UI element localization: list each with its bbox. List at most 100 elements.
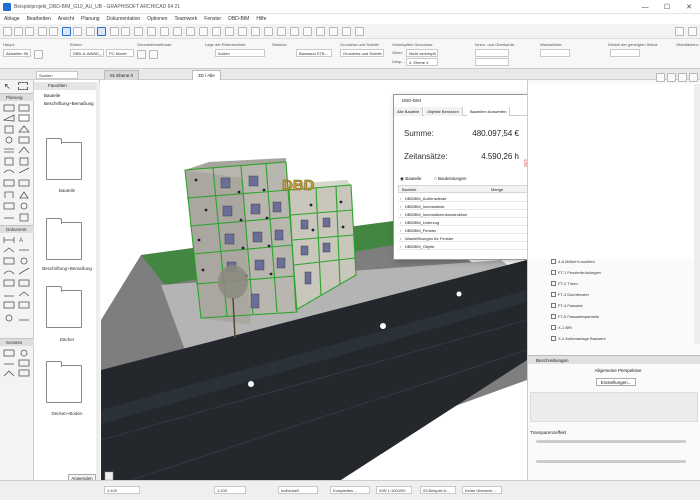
- undo-icon[interactable]: [38, 27, 47, 36]
- section-icon[interactable]: [199, 27, 208, 36]
- oben-field[interactable]: Nicht verknüpft: [406, 49, 438, 57]
- favorites-header[interactable]: Favoriten: [34, 82, 100, 90]
- structure-field[interactable]: Komplettes ...: [330, 486, 370, 494]
- row-expand-icon[interactable]: ›: [400, 228, 401, 233]
- fav-item-bauteile[interactable]: Bauteile: [44, 93, 60, 98]
- marquee-tool-icon[interactable]: [18, 82, 28, 90]
- scale-field[interactable]: 1:100: [214, 486, 246, 494]
- render-icon[interactable]: [173, 27, 182, 36]
- scale2-field[interactable]: S/W 1:100/200: [376, 486, 412, 494]
- wall-tool-icon[interactable]: [34, 50, 43, 59]
- geometry-straight-icon[interactable]: [137, 50, 146, 59]
- row-expand-icon[interactable]: ›: [400, 212, 401, 217]
- section-sonstiges[interactable]: Sonstes: [0, 338, 34, 346]
- properties-header[interactable]: Beschreibungen: [528, 355, 700, 364]
- dbd-icon[interactable]: [342, 27, 351, 36]
- menu-ablage[interactable]: Ablage: [4, 16, 20, 22]
- row-expand-icon[interactable]: ›: [400, 236, 401, 241]
- haupt-field[interactable]: Aktuellen Sti: [3, 49, 31, 57]
- pencil-icon[interactable]: [97, 27, 106, 36]
- guide-icon[interactable]: [110, 27, 119, 36]
- shadow-slider[interactable]: [536, 460, 686, 463]
- settings-button[interactable]: Einstellungen...: [596, 378, 636, 386]
- menu-dbd-bim[interactable]: DBD-BIM: [228, 16, 249, 22]
- angle-field[interactable]: [610, 49, 640, 57]
- close-icon[interactable]: ✕: [678, 0, 700, 14]
- tree-item[interactable]: FT-1 Fensterbrüstungen: [551, 268, 601, 278]
- transparency-slider[interactable]: [536, 440, 686, 443]
- panel-view-icon[interactable]: [667, 73, 676, 82]
- fav-item-beschriftung[interactable]: Beschriftung+Bemaßung: [44, 101, 94, 106]
- menu-optionen[interactable]: Optionen: [147, 16, 167, 22]
- row-expand-icon[interactable]: ›: [400, 196, 401, 201]
- menu-dokumentation[interactable]: Dokumentation: [107, 16, 141, 22]
- tab-bauteilen-auswerten[interactable]: Bauteilen Auswerten: [467, 107, 511, 116]
- 3d-icon[interactable]: [186, 27, 195, 36]
- section-dokument[interactable]: Dokument: [0, 225, 34, 233]
- panel-pointer-icon[interactable]: [656, 73, 665, 82]
- sonstiges-tools-icons[interactable]: [0, 348, 34, 388]
- ebene-field[interactable]: DBD-A-WAND_...: [70, 49, 104, 57]
- menu-planung[interactable]: Planung: [81, 16, 99, 22]
- more-icon[interactable]: [688, 27, 697, 36]
- view-icon[interactable]: [160, 27, 169, 36]
- magic-wand-icon[interactable]: [86, 27, 95, 36]
- minimize-icon[interactable]: —: [634, 0, 656, 14]
- folder-beschriftung-icon[interactable]: [46, 218, 82, 260]
- publish-icon[interactable]: [316, 27, 325, 36]
- col-bauteile[interactable]: Bauteile: [402, 187, 416, 192]
- lage-field[interactable]: Außen: [215, 49, 265, 57]
- menu-hilfe[interactable]: Hilfe: [256, 16, 266, 22]
- folder-decken-icon[interactable]: [46, 361, 82, 403]
- walk-icon[interactable]: [251, 27, 260, 36]
- save-icon[interactable]: [25, 27, 34, 36]
- layer-field[interactable]: 03 Beispiel A...: [420, 486, 456, 494]
- tree-scrollbar[interactable]: [694, 84, 700, 344]
- unten-field[interactable]: 4. Ebene 4: [406, 58, 438, 66]
- tree-item[interactable]: FT-5 Fassadenpaneele: [551, 312, 599, 322]
- row-expand-icon[interactable]: ›: [400, 220, 401, 225]
- height-top-field[interactable]: [475, 49, 509, 57]
- zoom-icon[interactable]: [277, 27, 286, 36]
- tree-item[interactable]: FT-3 Dachfenster: [551, 290, 589, 300]
- grid-icon[interactable]: [134, 27, 143, 36]
- menu-fenster[interactable]: Fenster: [204, 16, 221, 22]
- folder-daecher-icon[interactable]: [46, 286, 82, 328]
- tree-item[interactable]: FT-2 Türen: [551, 279, 578, 289]
- folder-bauteile-icon[interactable]: [46, 138, 82, 180]
- menu-ansicht[interactable]: Ansicht: [58, 16, 74, 22]
- col-menge[interactable]: Menge: [491, 187, 503, 192]
- measure-icon[interactable]: [225, 27, 234, 36]
- grundriss-field[interactable]: Grundriss und Schnitt...: [340, 49, 384, 57]
- help-icon[interactable]: [675, 27, 684, 36]
- open-icon[interactable]: [14, 27, 23, 36]
- marquee-icon[interactable]: [73, 27, 82, 36]
- menu-bearbeiten[interactable]: Bearbeiten: [27, 16, 51, 22]
- radio-bauteile[interactable]: ◉ Bauteile: [400, 176, 421, 182]
- tree-item[interactable]: FT-4 Fassade: [551, 301, 583, 311]
- snap-icon[interactable]: [121, 27, 130, 36]
- row-expand-icon[interactable]: ›: [400, 244, 401, 249]
- geometry-curve-icon[interactable]: [149, 50, 158, 59]
- panel-layout-icon[interactable]: [689, 73, 698, 82]
- zoom-field[interactable]: 1:100: [104, 486, 140, 494]
- nav-scrollbar[interactable]: [96, 82, 100, 482]
- tab-ebene-0[interactable]: 01 Ebene 0: [104, 70, 140, 80]
- planung-tools-icons[interactable]: [0, 102, 34, 227]
- display-field[interactable]: Individuell: [278, 486, 318, 494]
- fit-icon[interactable]: [303, 27, 312, 36]
- tab-3d-alle[interactable]: 3D / Alle: [192, 70, 221, 80]
- tree-item[interactable]: X-1 BRI: [551, 323, 572, 333]
- camera-icon[interactable]: [238, 27, 247, 36]
- orbit-icon[interactable]: [264, 27, 273, 36]
- teamwork-icon[interactable]: [329, 27, 338, 36]
- ebene-field-2[interactable]: PC Model: [106, 49, 134, 57]
- pointer-icon[interactable]: [62, 27, 71, 36]
- pan-icon[interactable]: [290, 27, 299, 36]
- row-expand-icon[interactable]: ›: [400, 204, 401, 209]
- search-input[interactable]: Suchen: [36, 71, 78, 79]
- elevation-icon[interactable]: [212, 27, 221, 36]
- panel-settings-icon[interactable]: [678, 73, 687, 82]
- tab-objekte-benutzen[interactable]: Objekte Benutzen: [424, 107, 463, 116]
- tree-item[interactable]: X-2 Außenanlage Bauwerk: [551, 334, 606, 344]
